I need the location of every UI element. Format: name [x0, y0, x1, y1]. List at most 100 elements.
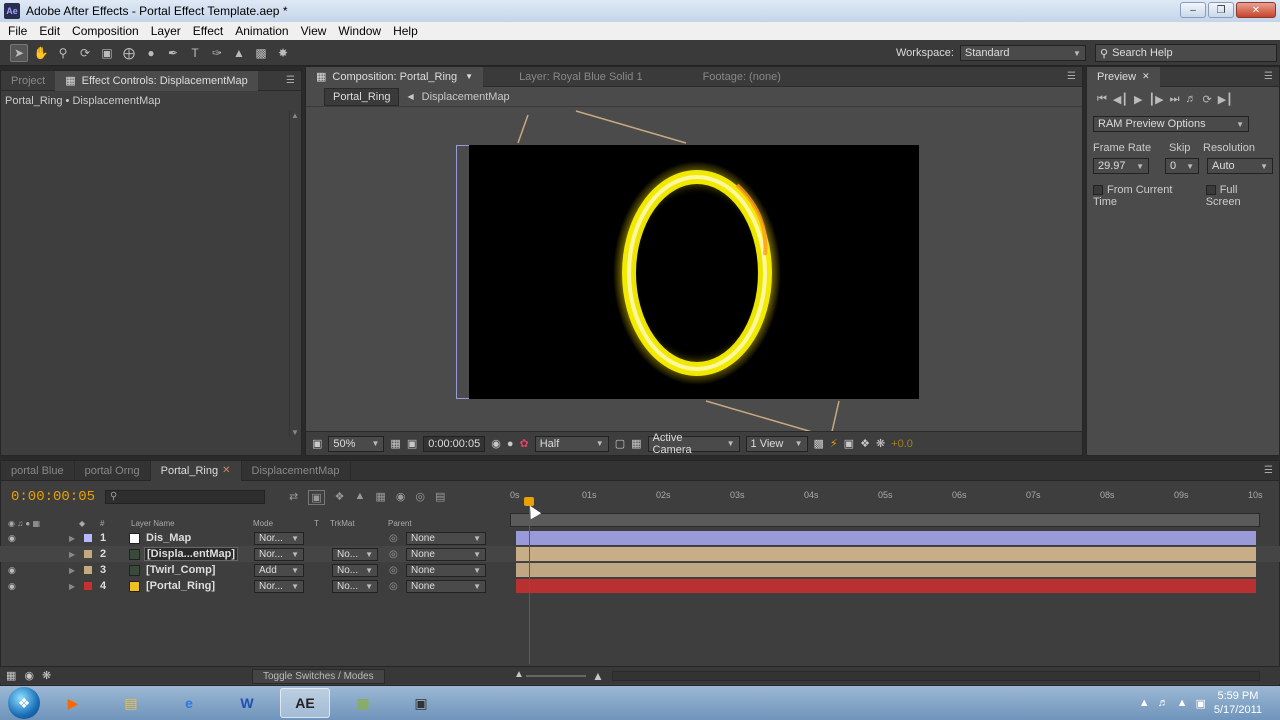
layer-name[interactable]: [Twirl_Comp]	[146, 564, 215, 576]
eye-icon[interactable]: ◉	[8, 581, 16, 592]
panel-menu-icon[interactable]: ☰	[1264, 465, 1273, 476]
menu-window[interactable]: Window	[332, 24, 387, 38]
track-matte-dropdown[interactable]: No... ▼	[332, 547, 378, 561]
first-frame-icon[interactable]: ⏮	[1097, 93, 1107, 106]
archive-app-icon[interactable]: ▩	[338, 688, 388, 718]
frame-rate-dropdown[interactable]: 29.97 ▼	[1093, 158, 1149, 174]
toggle-pixel-aspect-icon[interactable]: ▩	[814, 437, 824, 450]
camera-dropdown[interactable]: Active Camera ▼	[647, 432, 740, 456]
puppet-tool-icon[interactable]: ✸	[274, 44, 292, 62]
layer-duration-bar[interactable]	[516, 531, 1256, 545]
parent-dropdown[interactable]: None ▼	[406, 531, 486, 545]
parent-dropdown[interactable]: None ▼	[406, 579, 486, 593]
loop-icon[interactable]: ⟳	[1202, 93, 1211, 106]
full-screen-checkbox[interactable]: Full Screen	[1205, 184, 1273, 208]
brush-tool-icon[interactable]: ✑	[208, 44, 226, 62]
blend-mode-dropdown[interactable]: Nor... ▼	[254, 547, 304, 561]
layer-row[interactable]: ◉ ▶ 4 [Portal_Ring] Nor... ▼ No... ▼ ◎ Non…	[0, 578, 1280, 594]
media-player-icon[interactable]: ▶	[48, 688, 98, 718]
tab-portal-orng[interactable]: portal Orng	[75, 460, 151, 481]
menu-animation[interactable]: Animation	[229, 24, 294, 38]
menu-file[interactable]: File	[2, 24, 33, 38]
tab-preview[interactable]: Preview ✕	[1087, 66, 1160, 87]
hand-tool-icon[interactable]: ✋	[32, 44, 50, 62]
from-current-time-checkbox[interactable]: From Current Time	[1093, 184, 1196, 208]
show-snapshot-icon[interactable]: ●	[507, 438, 514, 450]
blend-mode-dropdown[interactable]: Nor... ▼	[254, 531, 304, 545]
start-button[interactable]: ❖	[8, 687, 40, 719]
brainstorm-icon[interactable]: ◎	[415, 490, 425, 505]
tab-layer[interactable]: Layer: Royal Blue Solid 1	[483, 67, 653, 87]
exposure-value[interactable]: +0.0	[891, 438, 913, 450]
internet-explorer-icon[interactable]: e	[164, 688, 214, 718]
layer-switches-icon[interactable]: ▦	[6, 669, 16, 682]
fast-previews-icon[interactable]: ⚡	[830, 437, 838, 450]
clock[interactable]: 5:59 PM 5/17/2011	[1214, 689, 1262, 717]
tab-portal-ring[interactable]: Portal_Ring ✕	[150, 460, 242, 481]
eye-icon[interactable]: ◉	[8, 565, 16, 576]
file-explorer-icon[interactable]: ▤	[106, 688, 156, 718]
zoom-slider[interactable]	[526, 675, 586, 677]
close-button[interactable]: ✕	[1236, 2, 1276, 18]
region-of-interest-icon[interactable]: ▢	[615, 437, 625, 450]
pan-behind-tool-icon[interactable]: ⨁	[120, 44, 138, 62]
comp-mini-flowchart-icon[interactable]: ⇄	[289, 490, 298, 505]
pick-whip-icon[interactable]: ◎	[389, 533, 398, 544]
layer-name[interactable]: Dis_Map	[146, 532, 191, 544]
last-frame-icon[interactable]: ⏭	[1170, 93, 1180, 106]
panel-menu-icon[interactable]: ☰	[286, 75, 295, 86]
resolution-dropdown[interactable]: Half ▼	[534, 435, 609, 452]
close-icon[interactable]: ✕	[1142, 71, 1150, 82]
menu-effect[interactable]: Effect	[187, 24, 229, 38]
layer-row[interactable]: ▶ 2 [Displa...entMap] Nor... ▼ No... ▼ ◎ N…	[0, 546, 1280, 562]
after-effects-taskbar-button[interactable]: AE	[280, 688, 330, 718]
current-time-indicator-line[interactable]	[529, 498, 530, 664]
mask-visibility-icon[interactable]: ▣	[407, 437, 417, 450]
in-out-icon[interactable]: ❋	[42, 669, 51, 682]
tab-footage[interactable]: Footage: (none)	[653, 67, 791, 87]
menu-layer[interactable]: Layer	[145, 24, 187, 38]
layer-name[interactable]: [Portal_Ring]	[146, 580, 215, 592]
work-area-bar[interactable]	[510, 513, 1260, 527]
horizontal-scrollbar[interactable]	[612, 671, 1260, 681]
time-ruler[interactable]: 0s 01s 02s 03s 04s 05s 06s 07s 08s 09s 1…	[508, 490, 1270, 512]
blend-mode-dropdown[interactable]: Nor... ▼	[254, 579, 304, 593]
layer-row[interactable]: ◉ ▶ 1 Dis_Map Nor... ▼ ◎ None ▼	[0, 530, 1280, 546]
network-icon[interactable]: ▲	[1177, 697, 1188, 709]
ellipse-tool-icon[interactable]: ●	[142, 44, 160, 62]
word-icon[interactable]: W	[222, 688, 272, 718]
draft-3d-icon[interactable]: ❖	[335, 490, 345, 505]
tab-effect-controls[interactable]: ▦ Effect Controls: DisplacementMap	[55, 70, 258, 91]
current-time-display[interactable]: 0:00:00:05	[423, 435, 486, 452]
always-preview-icon[interactable]: ▣	[312, 437, 322, 450]
workspace-dropdown[interactable]: Standard ▼	[959, 45, 1086, 61]
usb-tray-icon[interactable]: ▣	[1195, 697, 1205, 710]
ram-preview-icon[interactable]: ▶┃	[1218, 93, 1233, 106]
panel-menu-icon[interactable]: ☰	[1264, 71, 1273, 82]
view-layout-dropdown[interactable]: 1 View ▼	[745, 435, 808, 452]
frame-blending-icon[interactable]: ▦	[375, 490, 385, 505]
transparency-grid-icon[interactable]: ▦	[631, 437, 641, 450]
shy-layers-icon[interactable]: ▲	[355, 490, 366, 505]
next-frame-icon[interactable]: ┃▶	[1148, 93, 1163, 106]
tab-displacement-map[interactable]: DisplacementMap	[242, 460, 351, 481]
audio-icon[interactable]: ♬	[1185, 93, 1196, 106]
pick-whip-icon[interactable]: ◎	[389, 565, 398, 576]
snapshot-icon[interactable]: ◉	[491, 437, 501, 450]
previous-frame-icon[interactable]: ◀┃	[1113, 93, 1128, 106]
track-matte-dropdown[interactable]: No... ▼	[332, 579, 378, 593]
comp-viewer[interactable]	[306, 109, 1082, 431]
menu-view[interactable]: View	[295, 24, 333, 38]
skip-dropdown[interactable]: 0 ▼	[1165, 158, 1199, 174]
parent-dropdown[interactable]: None ▼	[406, 547, 486, 561]
zoom-in-icon[interactable]: ▲	[592, 669, 604, 683]
zoom-tool-icon[interactable]: ⚲	[54, 44, 72, 62]
blend-mode-dropdown[interactable]: Add ▼	[254, 563, 304, 577]
scroll-down-icon[interactable]: ▼	[291, 428, 299, 437]
vertical-scrollbar[interactable]: ▲ ▼	[289, 111, 299, 437]
minimize-button[interactable]: –	[1180, 2, 1206, 18]
selection-tool-icon[interactable]: ➤	[10, 43, 28, 62]
search-help-field[interactable]: ⚲ Search Help	[1095, 44, 1277, 62]
tab-project[interactable]: Project	[1, 71, 55, 91]
twirl-arrow-icon[interactable]: ▶	[69, 582, 75, 591]
